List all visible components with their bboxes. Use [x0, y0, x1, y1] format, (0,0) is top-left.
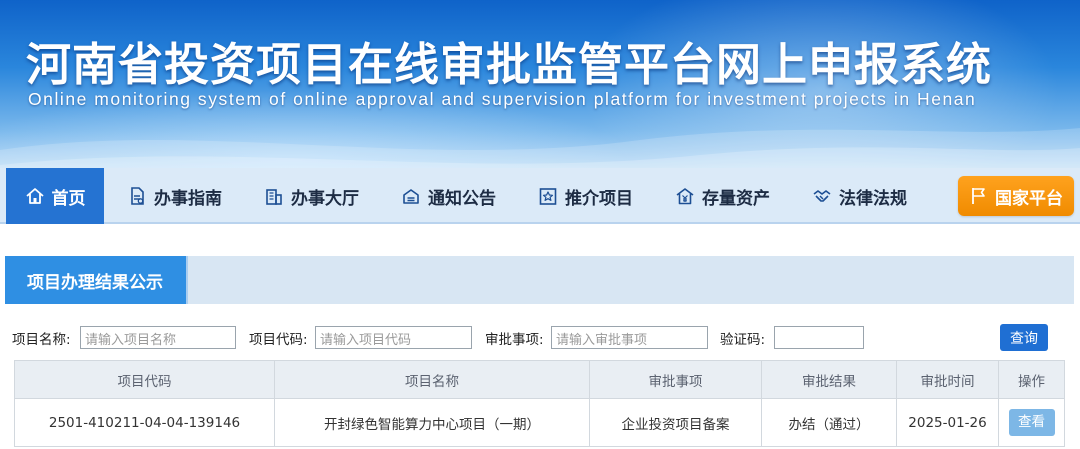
- country-platform-label: 国家平台: [995, 188, 1063, 209]
- nav-label: 首页: [51, 188, 86, 209]
- site-subtitle: Online monitoring system of online appro…: [28, 89, 977, 109]
- panel-tab-edge: [181, 256, 193, 304]
- panel-header: 项目办理结果公示: [5, 256, 1074, 304]
- project-name-label: 项目名称:: [12, 332, 71, 348]
- table-header-row: 项目代码 项目名称 审批事项 审批结果 审批时间 操作: [14, 360, 1065, 399]
- nav-item-notices[interactable]: 通知公告: [401, 168, 496, 224]
- announcement-icon: [401, 186, 421, 206]
- results-table: 项目代码 项目名称 审批事项 审批结果 审批时间 操作 2501-410211-…: [14, 360, 1065, 447]
- project-name-input[interactable]: 请输入项目名称: [80, 326, 236, 349]
- cell-project-name: 开封绿色智能算力中心项目（一期）: [274, 398, 590, 447]
- header-approval-date: 审批时间: [896, 360, 999, 399]
- cell-action: 查看: [998, 398, 1065, 447]
- header-project-code: 项目代码: [14, 360, 275, 399]
- banner-wave-decoration: [0, 128, 1080, 168]
- cell-approval-date: 2025-01-26: [896, 398, 999, 447]
- cell-approval-item: 企业投资项目备案: [589, 398, 762, 447]
- cell-approval-result: 办结（通过）: [761, 398, 897, 447]
- main-nav: 首页 办事指南 办事大厅 通知公告 推介项目 存量资产 法律法规 国家平台: [0, 168, 1080, 224]
- project-code-label: 项目代码:: [249, 332, 308, 348]
- nav-label: 推介项目: [565, 188, 633, 209]
- handshake-icon: [812, 186, 832, 206]
- nav-item-home[interactable]: 首页: [6, 168, 104, 224]
- header-action: 操作: [998, 360, 1065, 399]
- nav-item-promoted-projects[interactable]: 推介项目: [538, 168, 633, 224]
- building-icon: [264, 186, 284, 206]
- header-banner: 河南省投资项目在线审批监管平台网上申报系统 Online monitoring …: [0, 0, 1080, 168]
- nav-label: 办事指南: [154, 188, 222, 209]
- project-code-input[interactable]: 请输入项目代码: [315, 326, 472, 349]
- site-title: 河南省投资项目在线审批监管平台网上申报系统: [26, 38, 993, 91]
- home-icon: [25, 186, 45, 206]
- nav-label: 法律法规: [839, 188, 907, 209]
- nav-item-laws[interactable]: 法律法规: [812, 168, 907, 224]
- nav-item-stock-assets[interactable]: 存量资产: [675, 168, 770, 224]
- nav-label: 通知公告: [428, 188, 496, 209]
- approval-item-label: 审批事项:: [485, 332, 544, 348]
- view-button[interactable]: 查看: [1008, 409, 1055, 436]
- captcha-label: 验证码:: [720, 332, 766, 348]
- header-approval-item: 审批事项: [589, 360, 762, 399]
- nav-label: 存量资产: [702, 188, 770, 209]
- yuan-house-icon: [675, 186, 695, 206]
- document-icon: [127, 186, 147, 206]
- header-project-name: 项目名称: [274, 360, 590, 399]
- search-form: 项目名称: 请输入项目名称 项目代码: 请输入项目代码 审批事项: 请输入审批事…: [0, 322, 1080, 354]
- panel-title: 项目办理结果公示: [5, 256, 187, 304]
- star-icon: [538, 186, 558, 206]
- query-button[interactable]: 查询: [1000, 324, 1048, 351]
- cell-project-code: 2501-410211-04-04-139146: [14, 398, 275, 447]
- flag-icon: [969, 186, 989, 206]
- nav-item-hall[interactable]: 办事大厅: [264, 168, 359, 224]
- table-row: 2501-410211-04-04-139146 开封绿色智能算力中心项目（一期…: [14, 398, 1065, 447]
- approval-item-input[interactable]: 请输入审批事项: [551, 326, 708, 349]
- nav-label: 办事大厅: [291, 188, 359, 209]
- header-approval-result: 审批结果: [761, 360, 897, 399]
- captcha-input[interactable]: [774, 326, 864, 349]
- country-platform-button[interactable]: 国家平台: [958, 176, 1074, 216]
- nav-item-guide[interactable]: 办事指南: [127, 168, 222, 224]
